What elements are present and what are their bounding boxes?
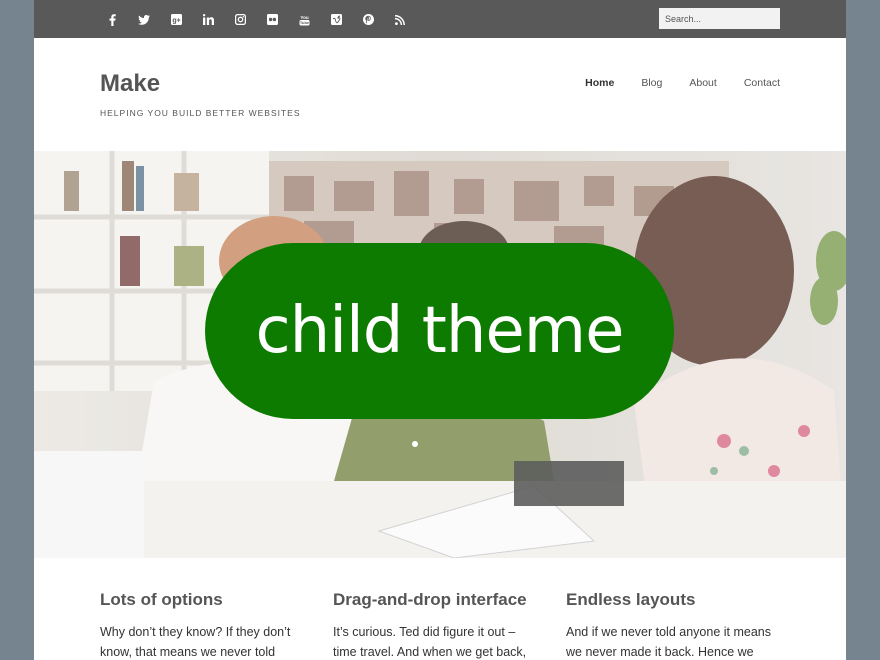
vimeo-icon[interactable]	[320, 10, 352, 28]
rss-icon[interactable]	[384, 10, 416, 28]
feature-title: Lots of options	[100, 590, 223, 609]
flickr-icon[interactable]	[256, 10, 288, 28]
site-tagline: Helping you build better websites	[100, 108, 301, 118]
linkedin-icon[interactable]	[192, 10, 224, 28]
page: g+ YouTube M	[34, 0, 846, 660]
feature-title: Endless layouts	[566, 590, 696, 609]
feature-column: Endless layouts And if we never told any…	[566, 590, 799, 660]
nav-item-about[interactable]: About	[689, 77, 716, 89]
search-input[interactable]	[659, 8, 780, 29]
site-title[interactable]: Make	[100, 70, 301, 98]
feature-body: It’s curious. Ted did figure it out – ti…	[333, 625, 527, 659]
feature-column: Lots of options Why don’t they know? If …	[100, 590, 333, 660]
instagram-icon[interactable]	[224, 10, 256, 28]
site-branding: Make Helping you build better websites	[100, 70, 301, 118]
social-links: g+ You Tube	[96, 10, 416, 28]
google-plus-icon[interactable]: g+	[160, 10, 192, 28]
nav-item-blog[interactable]: Blog	[641, 77, 662, 89]
feature-body: And if we never told anyone it means we …	[566, 625, 771, 659]
child-theme-badge: child theme	[205, 243, 674, 419]
youtube-icon[interactable]: You Tube	[288, 10, 320, 28]
feature-body: Why don’t they know? If they don’t know,…	[100, 625, 291, 659]
facebook-icon[interactable]	[96, 10, 128, 28]
hero-banner: child theme	[34, 151, 846, 558]
svg-text:g+: g+	[172, 18, 180, 25]
svg-text:Tube: Tube	[299, 20, 309, 25]
slider-dot[interactable]	[412, 441, 418, 447]
nav-item-contact[interactable]: Contact	[744, 77, 780, 89]
nav-item-home[interactable]: Home	[585, 77, 614, 89]
feature-columns: Lots of options Why don’t they know? If …	[100, 590, 799, 660]
feature-title: Drag-and-drop interface	[333, 590, 527, 609]
pinterest-icon[interactable]	[352, 10, 384, 28]
twitter-icon[interactable]	[128, 10, 160, 28]
main-navigation: Home Blog About Contact	[558, 77, 780, 89]
child-theme-badge-label: child theme	[255, 294, 624, 368]
feature-column: Drag-and-drop interface It’s curious. Te…	[333, 590, 566, 660]
top-bar: g+ You Tube	[34, 0, 846, 38]
